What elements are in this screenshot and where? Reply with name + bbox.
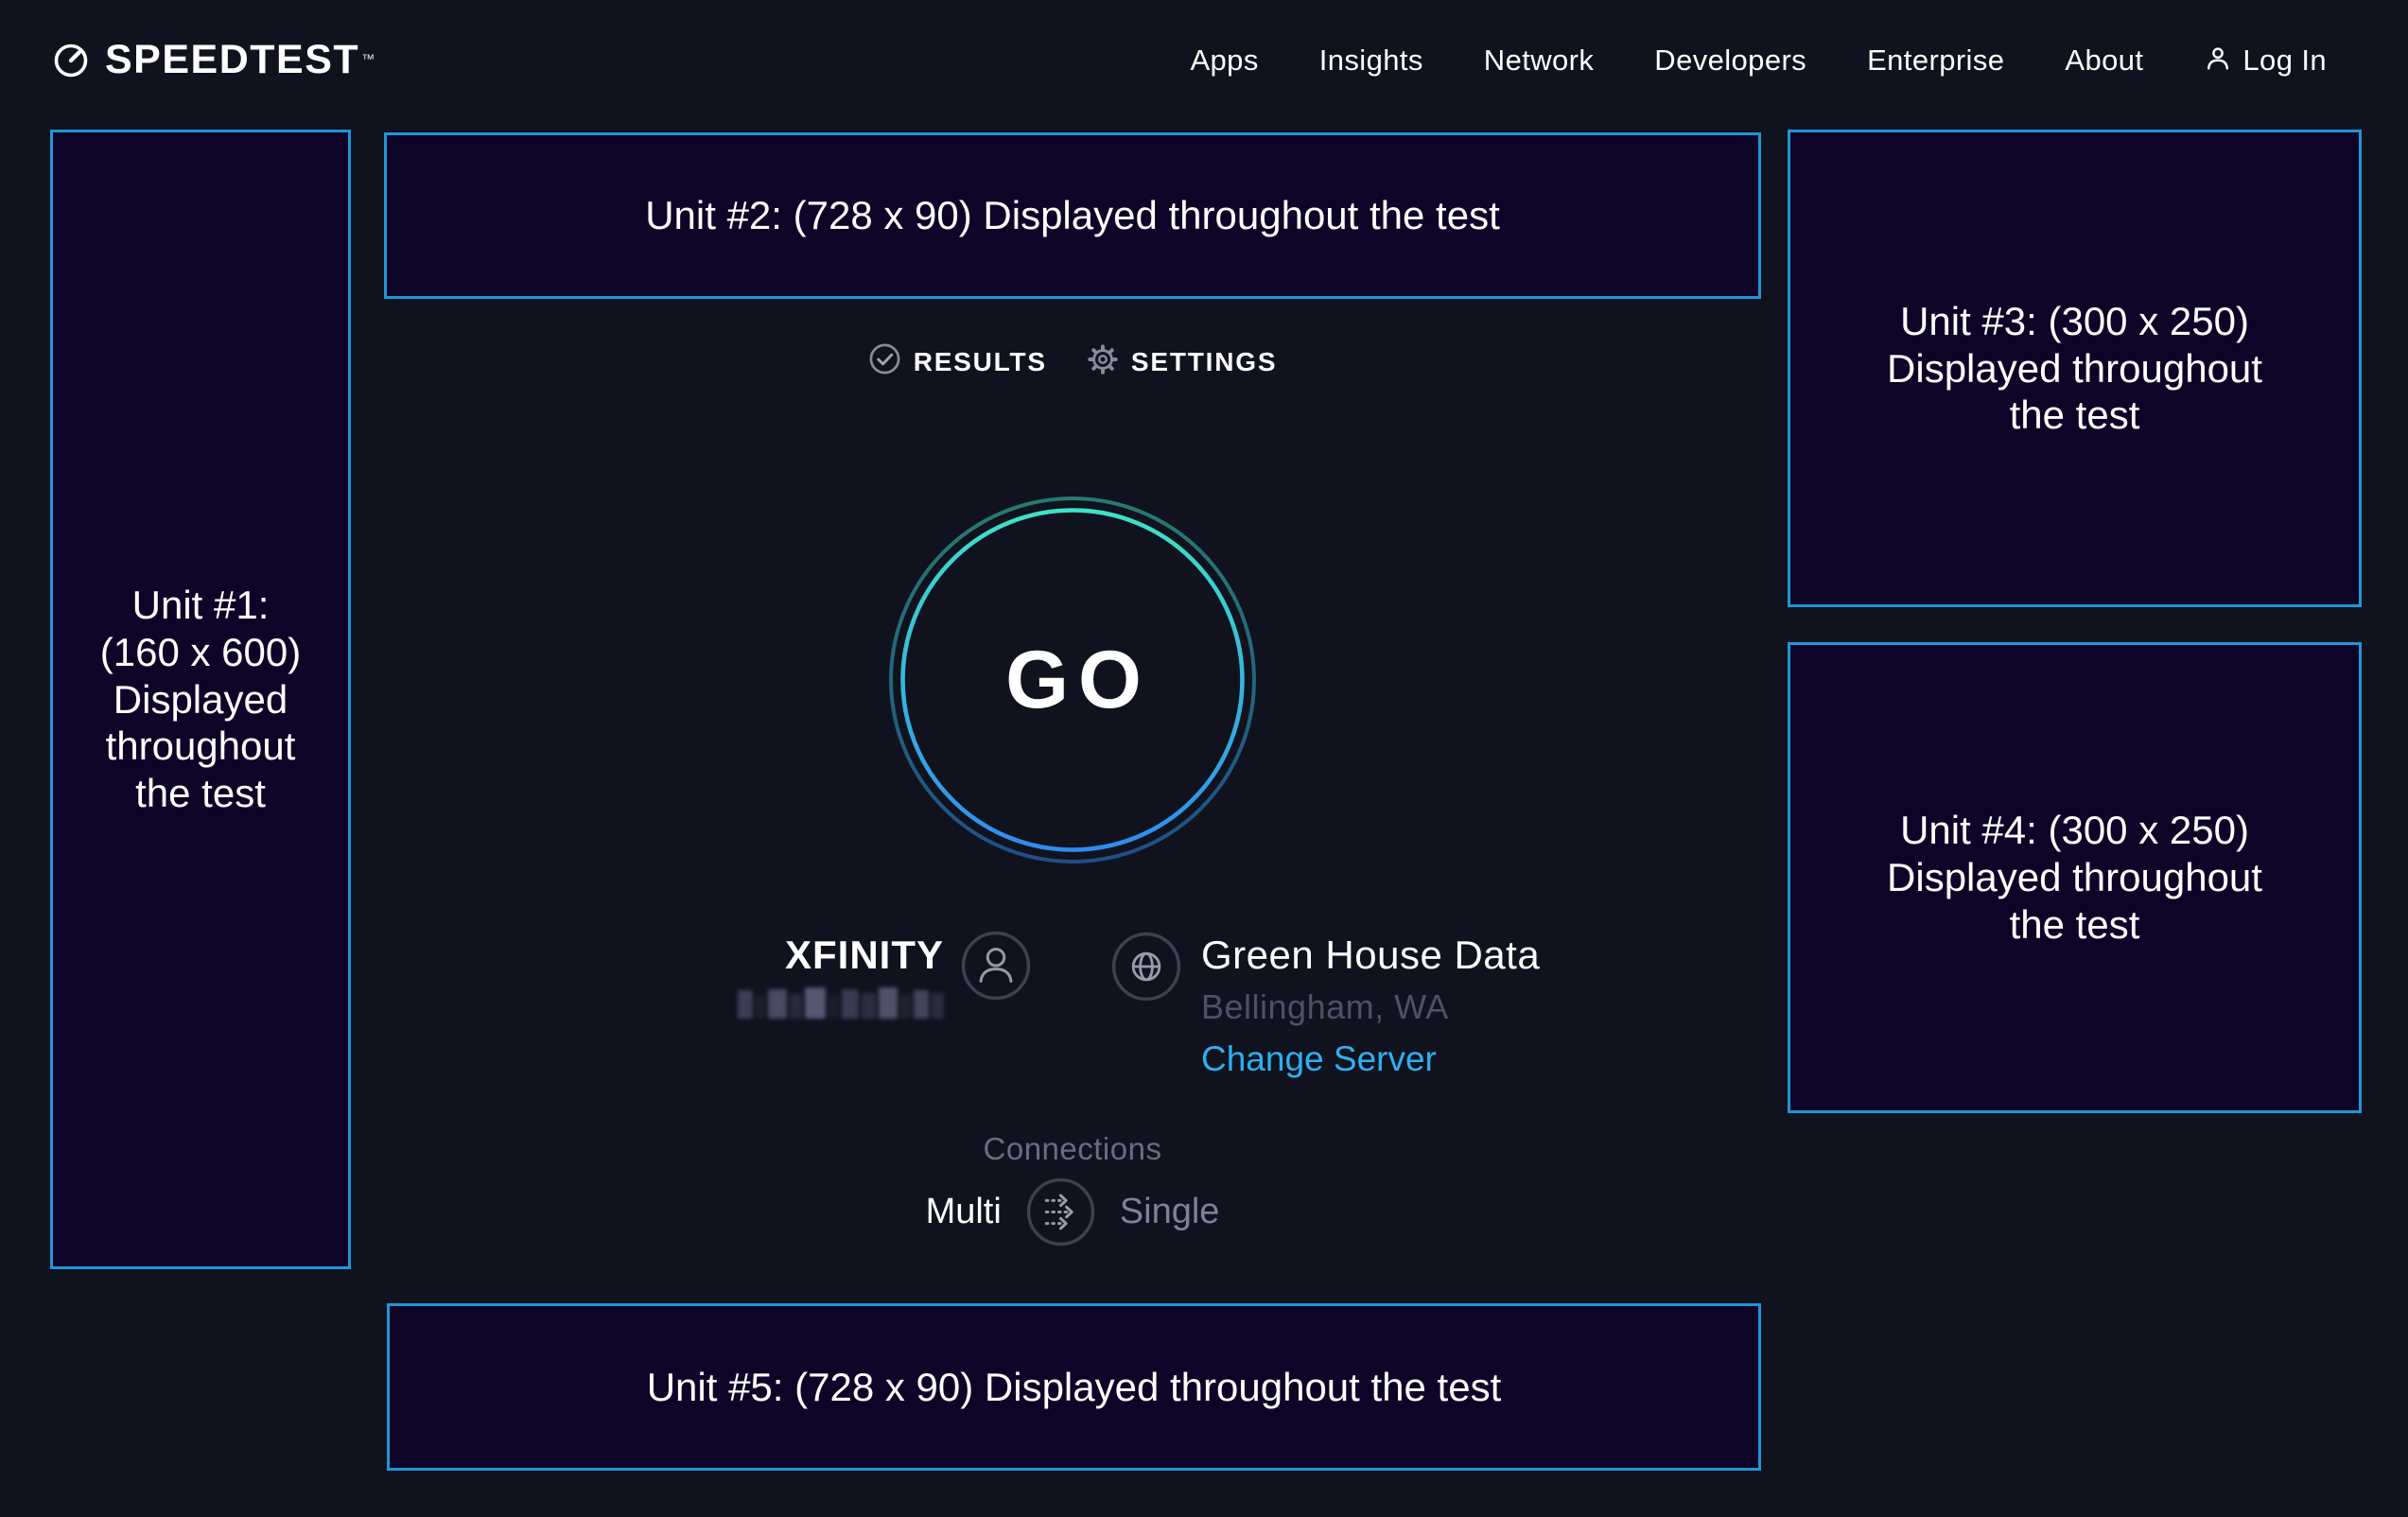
ad-unit-1-text: Unit #1: (160 x 600) Displayed throughou… [100, 582, 301, 818]
login-button[interactable]: Log In [2204, 44, 2327, 78]
nav-item-about[interactable]: About [2065, 44, 2143, 78]
test-area: RESULTS [384, 0, 1761, 1517]
logo-trademark: ™ [361, 51, 375, 66]
host-info: XFINITY [738, 934, 944, 1019]
user-icon [2204, 44, 2232, 78]
speedtest-logo[interactable]: SPEEDTEST™ [52, 38, 375, 84]
server-name: Green House Data [1201, 934, 1540, 976]
isp-avatar-icon [960, 930, 1032, 1006]
ad-unit-4-rectangle: Unit #4: (300 x 250) Displayed throughou… [1788, 642, 2362, 1113]
ad-unit-4-text: Unit #4: (300 x 250) Displayed throughou… [1887, 807, 2262, 949]
check-circle-icon [868, 342, 901, 382]
tab-settings-label: SETTINGS [1131, 347, 1277, 377]
speedtest-page: SPEEDTEST™ Apps Insights Network Develop… [0, 0, 2408, 1517]
go-label: GO [887, 495, 1258, 865]
connections-single-option[interactable]: Single [1120, 1192, 1220, 1232]
logo-text: SPEEDTEST [105, 37, 359, 82]
speedometer-icon [52, 38, 90, 84]
ad-unit-1-skyscraper: Unit #1: (160 x 600) Displayed throughou… [50, 130, 351, 1269]
ad-unit-3-text: Unit #3: (300 x 250) Displayed throughou… [1887, 298, 2262, 440]
connections-multi-option[interactable]: Multi [926, 1192, 1002, 1232]
server-info: Green House Data Bellingham, WA Change S… [1201, 934, 1540, 1078]
ad-unit-3-rectangle: Unit #3: (300 x 250) Displayed throughou… [1788, 130, 2362, 607]
globe-icon [1109, 930, 1183, 1008]
tab-results-label: RESULTS [914, 347, 1047, 377]
multi-connection-icon[interactable] [1024, 1176, 1097, 1248]
connections-label: Connections [384, 1131, 1761, 1167]
isp-name: XFINITY [738, 934, 944, 976]
server-location: Bellingham, WA [1201, 989, 1540, 1025]
tab-settings[interactable]: SETTINGS [1087, 343, 1277, 382]
tab-bar: RESULTS [384, 342, 1761, 382]
connections-toggle-row: Multi Single [384, 1176, 1761, 1248]
go-button[interactable]: GO [887, 495, 1258, 865]
change-server-link[interactable]: Change Server [1201, 1040, 1437, 1078]
redacted-ip-blur [738, 987, 944, 1019]
tab-results[interactable]: RESULTS [868, 342, 1047, 382]
gear-icon [1087, 343, 1119, 382]
nav-item-enterprise[interactable]: Enterprise [1867, 44, 2004, 78]
login-label: Log In [2242, 44, 2327, 78]
